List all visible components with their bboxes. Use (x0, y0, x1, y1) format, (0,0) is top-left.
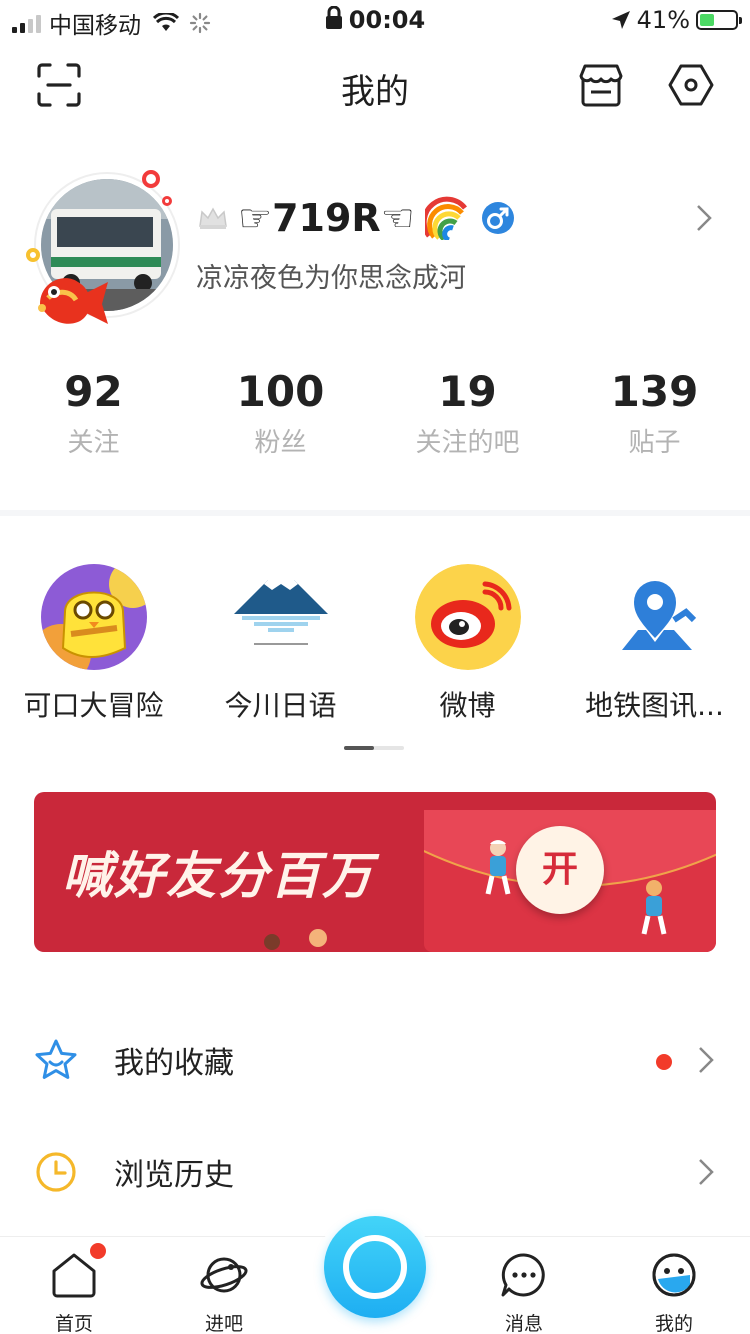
app-item[interactable]: 今川日语 (187, 560, 374, 724)
planet-icon (200, 1251, 248, 1299)
store-icon[interactable] (578, 62, 624, 108)
stat-value: 100 (236, 367, 325, 416)
stats-row: 92 关注 100 粉丝 19 关注的吧 139 贴子 (0, 368, 750, 468)
male-icon (481, 202, 514, 234)
rainbow-icon (424, 196, 467, 240)
page-title: 我的 (341, 72, 409, 112)
avatar[interactable] (26, 170, 182, 324)
notification-dot (656, 1054, 672, 1070)
stat-label: 关注的吧 (415, 428, 520, 458)
banner-title: 喊好友分百万 (62, 847, 374, 905)
app-item[interactable]: 微博 (374, 560, 561, 724)
crown-icon (199, 207, 227, 229)
lock-icon (325, 6, 342, 29)
tab-label: 我的 (654, 1313, 693, 1334)
profile-header[interactable]: ☞719R☜ 凉凉夜色为你思念成河 (0, 160, 750, 330)
profile-face-icon (650, 1251, 698, 1299)
tab-messages[interactable]: 消息 (474, 1251, 574, 1334)
decoration-ring (142, 170, 160, 188)
promo-banner[interactable]: 喊好友分百万 开 (34, 792, 716, 952)
app-item[interactable]: 可口大冒险 (0, 560, 187, 724)
chevron-right-icon (699, 1047, 714, 1073)
clock-time: 00:04 (348, 6, 426, 34)
stat-label: 关注 (67, 428, 120, 458)
tab-me[interactable]: 我的 (624, 1251, 724, 1334)
koi-fish-icon (38, 278, 108, 324)
app-label: 地铁图讯... (585, 689, 724, 722)
camera-publish-button[interactable] (324, 1216, 426, 1318)
decoration-dot (162, 196, 172, 206)
tab-label: 进吧 (204, 1313, 243, 1334)
stat-followed-bars[interactable]: 19 关注的吧 (374, 368, 561, 459)
battery-icon (696, 10, 742, 30)
mini-app-row: 可口大冒险 今川日语 微博 地铁图讯... (0, 560, 750, 730)
user-name: ☞719R☜ (238, 196, 415, 240)
section-divider (0, 510, 750, 516)
tab-bars[interactable]: 进吧 (174, 1251, 274, 1334)
settings-icon[interactable] (668, 62, 714, 108)
status-bar: 中国移动 00:04 41% (0, 0, 750, 40)
open-envelope-button[interactable]: 开 (516, 826, 604, 914)
animal-figures-icon (264, 929, 327, 950)
list-item-history[interactable]: 浏览历史 (0, 1122, 750, 1222)
star-icon (35, 1039, 77, 1079)
decoration-dot (26, 248, 40, 262)
clock-icon (36, 1152, 76, 1192)
chevron-right-icon (699, 1159, 714, 1185)
map-pin-icon (601, 564, 708, 670)
app-item[interactable]: 地铁图讯... (561, 560, 748, 724)
stat-value: 19 (438, 367, 497, 416)
battery-percent: 41% (636, 6, 690, 34)
list-item-label: 我的收藏 (114, 1046, 234, 1081)
stat-value: 92 (64, 367, 123, 416)
message-icon (500, 1251, 548, 1299)
tab-label: 消息 (504, 1313, 543, 1334)
stat-value: 139 (610, 367, 699, 416)
chevron-right-icon[interactable] (696, 204, 712, 232)
user-name-row: ☞719R☜ (198, 196, 515, 240)
nav-bar: 我的 (0, 52, 750, 116)
scroll-indicator (344, 746, 404, 750)
stat-label: 粉丝 (254, 428, 307, 458)
app-label: 今川日语 (224, 689, 337, 722)
app-label: 可口大冒险 (23, 689, 164, 722)
tab-home[interactable]: 首页 (24, 1243, 124, 1334)
location-arrow-icon (611, 11, 630, 29)
list-item-favorites[interactable]: 我的收藏 (0, 1010, 750, 1110)
weibo-icon (414, 564, 521, 670)
user-bio: 凉凉夜色为你思念成河 (196, 263, 466, 294)
app-label: 微博 (439, 689, 496, 722)
stat-followers[interactable]: 100 粉丝 (187, 368, 374, 459)
stat-posts[interactable]: 139 贴子 (561, 368, 748, 459)
runner-figure-icon (641, 880, 667, 935)
runner-figure-icon (485, 840, 511, 895)
stat-label: 贴子 (628, 428, 681, 458)
mount-fuji-icon (227, 564, 334, 670)
game-chick-icon (40, 564, 147, 670)
notification-dot (90, 1243, 106, 1259)
list-item-label: 浏览历史 (114, 1158, 234, 1193)
tab-label: 首页 (54, 1313, 93, 1334)
home-icon (50, 1243, 106, 1299)
stat-following[interactable]: 92 关注 (0, 368, 187, 459)
